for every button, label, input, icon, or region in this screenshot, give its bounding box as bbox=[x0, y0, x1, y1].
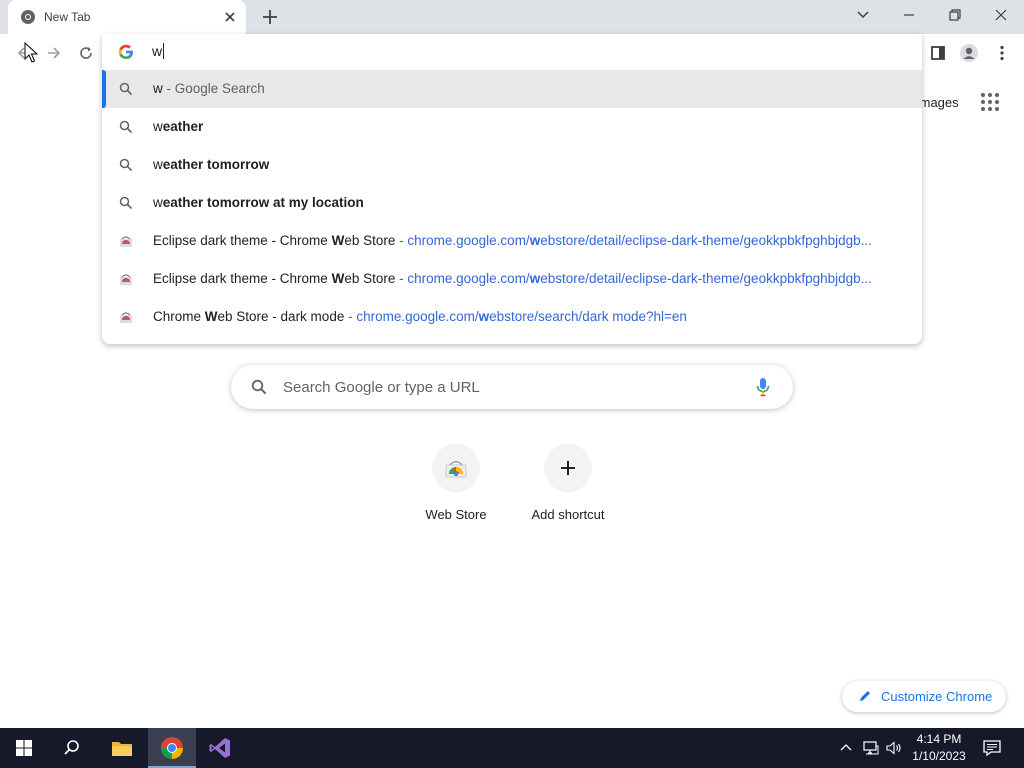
menu-button[interactable] bbox=[990, 41, 1014, 65]
taskbar-chrome[interactable] bbox=[148, 728, 196, 768]
shortcut-tile bbox=[544, 444, 592, 492]
taskbar-visual-studio[interactable] bbox=[196, 728, 244, 768]
speaker-icon bbox=[886, 741, 901, 755]
windows-logo-icon bbox=[16, 740, 32, 756]
web-store-icon bbox=[120, 236, 132, 247]
minimize-icon bbox=[904, 14, 914, 16]
reload-button[interactable] bbox=[74, 41, 98, 65]
avatar-icon bbox=[960, 44, 978, 62]
suggestion-weather-tomorrow[interactable]: weather tomorrow bbox=[102, 146, 922, 184]
web-store-icon bbox=[120, 274, 132, 285]
suggestion-text: Chrome Web Store - dark mode - chrome.go… bbox=[153, 309, 687, 324]
google-apps-icon[interactable] bbox=[980, 92, 1000, 112]
taskbar-search-button[interactable] bbox=[48, 728, 96, 768]
visual-studio-icon bbox=[209, 738, 230, 758]
chevron-up-icon bbox=[840, 744, 852, 751]
omnibox-popup: w w - Google Search weather weather tomo… bbox=[102, 34, 922, 344]
suggestion-text: w - Google Search bbox=[153, 81, 265, 96]
network-icon bbox=[863, 741, 879, 755]
side-panel-button[interactable] bbox=[926, 41, 950, 65]
customize-chrome-button[interactable]: Customize Chrome bbox=[842, 681, 1006, 712]
profile-button[interactable] bbox=[957, 41, 981, 65]
web-store-icon bbox=[120, 312, 132, 323]
suggestion-weather[interactable]: weather bbox=[102, 108, 922, 146]
reload-icon bbox=[80, 47, 92, 59]
new-tab-button[interactable] bbox=[258, 5, 282, 29]
taskbar-file-explorer[interactable] bbox=[98, 728, 146, 768]
kebab-menu-icon bbox=[1000, 45, 1004, 61]
search-icon bbox=[119, 158, 133, 172]
close-icon bbox=[995, 9, 1007, 21]
search-icon bbox=[251, 379, 267, 395]
search-icon bbox=[119, 196, 133, 210]
start-button[interactable] bbox=[0, 728, 48, 768]
suggestion-text: Eclipse dark theme - Chrome Web Store - … bbox=[153, 233, 872, 248]
search-icon bbox=[119, 120, 133, 134]
shortcut-web-store[interactable]: Web Store bbox=[400, 444, 512, 534]
tab-strip: New Tab bbox=[0, 0, 1024, 34]
restore-button[interactable] bbox=[932, 0, 978, 30]
text-caret bbox=[163, 43, 165, 59]
microphone-icon[interactable] bbox=[755, 377, 771, 397]
forward-button[interactable] bbox=[42, 41, 66, 65]
suggestion-history-dark-mode[interactable]: Chrome Web Store - dark mode - chrome.go… bbox=[102, 298, 922, 336]
taskbar: 4:14 PM 1/10/2023 bbox=[0, 728, 1024, 768]
side-panel-icon bbox=[931, 46, 945, 60]
volume-tray-button[interactable] bbox=[884, 738, 904, 758]
chrome-icon bbox=[21, 10, 35, 24]
suggestion-text: weather tomorrow bbox=[153, 157, 270, 172]
shortcut-label: Add shortcut bbox=[531, 507, 605, 522]
restore-icon bbox=[949, 9, 961, 21]
search-icon bbox=[119, 82, 133, 96]
notification-icon bbox=[983, 740, 1001, 756]
shortcut-tile bbox=[432, 444, 480, 492]
suggestion-text: weather tomorrow at my location bbox=[153, 195, 364, 210]
suggestion-history-eclipse-1[interactable]: Eclipse dark theme - Chrome Web Store - … bbox=[102, 222, 922, 260]
network-tray-button[interactable] bbox=[861, 738, 881, 758]
ntp-search-box[interactable]: Search Google or type a URL bbox=[231, 365, 793, 409]
tab-new-tab[interactable]: New Tab bbox=[8, 0, 246, 34]
omnibox[interactable]: w bbox=[102, 34, 922, 70]
tab-search-button[interactable] bbox=[840, 0, 886, 30]
tab-title: New Tab bbox=[44, 10, 91, 24]
suggestion-text: Eclipse dark theme - Chrome Web Store - … bbox=[153, 271, 872, 286]
close-tab-icon[interactable] bbox=[222, 9, 238, 25]
pencil-icon bbox=[860, 691, 870, 701]
forward-arrow-icon bbox=[48, 47, 61, 59]
taskbar-clock[interactable]: 4:14 PM 1/10/2023 bbox=[908, 731, 970, 765]
suggestion-text: weather bbox=[153, 119, 204, 134]
chevron-down-icon bbox=[857, 11, 869, 19]
suggestion-history-eclipse-2[interactable]: Eclipse dark theme - Chrome Web Store - … bbox=[102, 260, 922, 298]
clock-time: 4:14 PM bbox=[916, 732, 962, 746]
customize-chrome-label: Customize Chrome bbox=[881, 689, 993, 704]
suggestion-google-search[interactable]: w - Google Search bbox=[102, 70, 922, 108]
search-icon bbox=[64, 740, 79, 755]
chrome-icon bbox=[161, 737, 183, 759]
minimize-button[interactable] bbox=[886, 0, 932, 30]
notifications-button[interactable] bbox=[982, 738, 1002, 758]
suggestion-weather-tomorrow-location[interactable]: weather tomorrow at my location bbox=[102, 184, 922, 222]
omnibox-input[interactable]: w bbox=[152, 43, 165, 59]
clock-date: 1/10/2023 bbox=[912, 749, 966, 763]
show-hidden-icons-button[interactable] bbox=[836, 738, 856, 758]
shortcut-label: Web Store bbox=[425, 507, 487, 522]
shortcut-add[interactable]: Add shortcut bbox=[512, 444, 624, 534]
close-window-button[interactable] bbox=[978, 0, 1024, 30]
google-g-icon bbox=[118, 44, 133, 59]
web-store-icon bbox=[445, 460, 467, 478]
images-link[interactable]: Images bbox=[916, 95, 959, 110]
plus-icon bbox=[561, 461, 575, 475]
mouse-cursor-icon bbox=[24, 42, 38, 63]
folder-icon bbox=[112, 742, 132, 756]
search-placeholder: Search Google or type a URL bbox=[283, 379, 480, 396]
